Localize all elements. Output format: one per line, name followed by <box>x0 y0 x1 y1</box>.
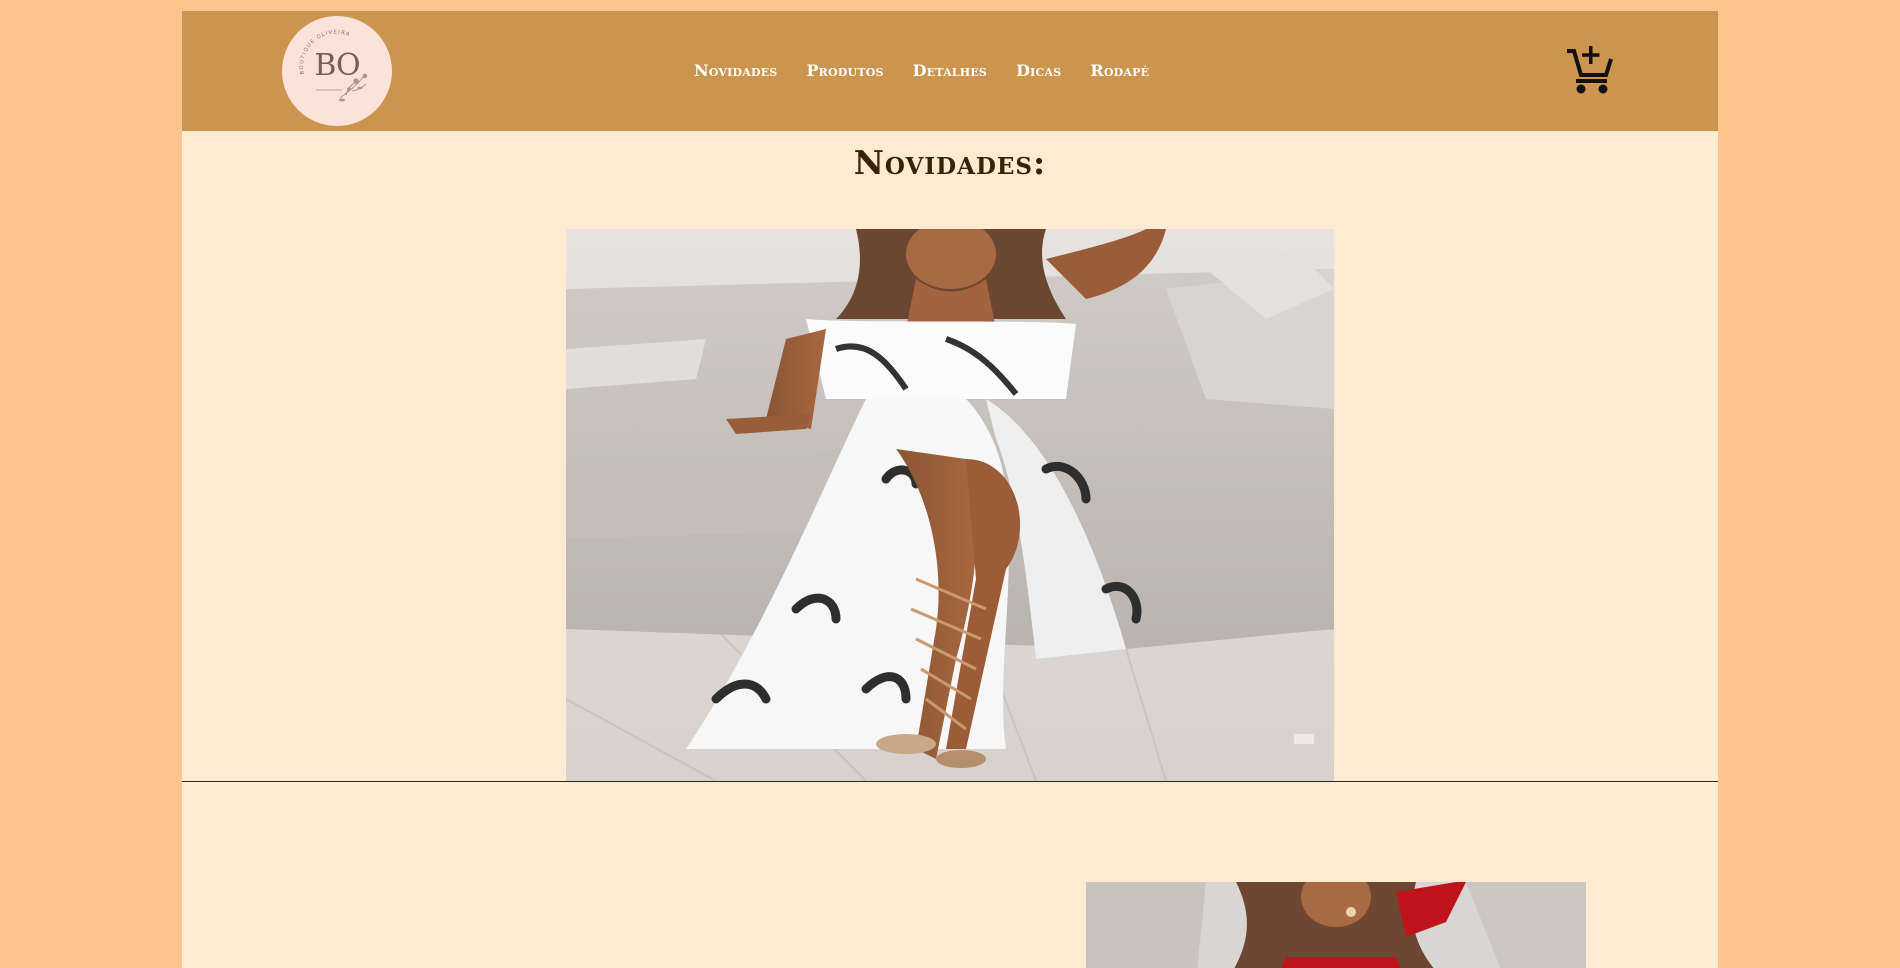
add-shopping-cart-icon[interactable] <box>1565 43 1615 95</box>
nav-item-produtos[interactable]: Produtos <box>806 56 883 86</box>
logo-monogram: BO <box>314 48 360 83</box>
section-divider <box>182 781 1718 782</box>
brand-logo[interactable]: BOUTIQUE OLIVEIRA BO <box>282 16 392 126</box>
nav-item-dicas[interactable]: Dicas <box>1016 56 1061 86</box>
site-header: BOUTIQUE OLIVEIRA BO Novidades Produtos … <box>182 11 1718 131</box>
hero-product-image[interactable] <box>566 229 1334 781</box>
nav-item-novidades[interactable]: Novidades <box>694 56 777 86</box>
main-nav: Novidades Produtos Detalhes Dicas Rodapé <box>694 56 1178 86</box>
section-title: Novidades: <box>853 143 1047 182</box>
nav-item-rodape[interactable]: Rodapé <box>1090 56 1149 86</box>
page-container: BOUTIQUE OLIVEIRA BO Novidades Produtos … <box>182 11 1718 968</box>
second-product-image[interactable] <box>1086 882 1586 968</box>
nav-item-detalhes[interactable]: Detalhes <box>913 56 987 86</box>
